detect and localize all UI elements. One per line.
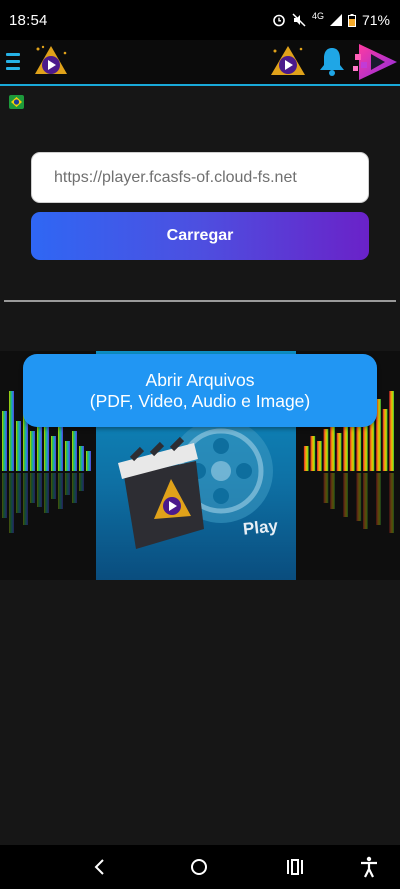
home-icon[interactable] <box>189 857 209 877</box>
load-button[interactable]: Carregar <box>31 212 369 260</box>
open-files-button[interactable]: Abrir Arquivos (PDF, Video, Audio e Imag… <box>23 354 377 427</box>
url-input[interactable] <box>52 167 368 188</box>
system-nav-bar <box>0 845 400 889</box>
open-files-subtitle: (PDF, Video, Audio e Image) <box>89 390 311 411</box>
divider <box>4 300 396 302</box>
partner-logo-icon <box>271 46 305 75</box>
brand-play-icon <box>353 44 397 80</box>
status-icons: 4G 71% <box>272 11 390 28</box>
play-text: Play <box>242 516 279 539</box>
status-bar: 18:54 4G 71% <box>0 0 400 40</box>
url-input-container[interactable] <box>31 152 369 203</box>
recents-icon[interactable] <box>286 857 304 877</box>
battery-level: 71% <box>361 12 390 28</box>
brazil-flag-icon[interactable] <box>9 95 24 109</box>
network-type: 4G <box>311 11 324 21</box>
back-icon[interactable] <box>91 857 109 877</box>
app-header <box>0 40 400 86</box>
mute-icon <box>292 13 306 27</box>
status-time: 18:54 <box>9 11 48 29</box>
battery-icon <box>347 13 356 27</box>
accessibility-icon[interactable] <box>360 856 378 878</box>
open-files-title: Abrir Arquivos <box>145 369 255 390</box>
hamburger-menu-icon[interactable] <box>6 53 20 71</box>
notification-bell-icon[interactable] <box>318 46 346 76</box>
signal-icon <box>329 14 342 26</box>
app-logo-icon <box>35 45 67 74</box>
alarm-icon <box>273 14 285 27</box>
clapperboard-icon <box>118 436 204 549</box>
